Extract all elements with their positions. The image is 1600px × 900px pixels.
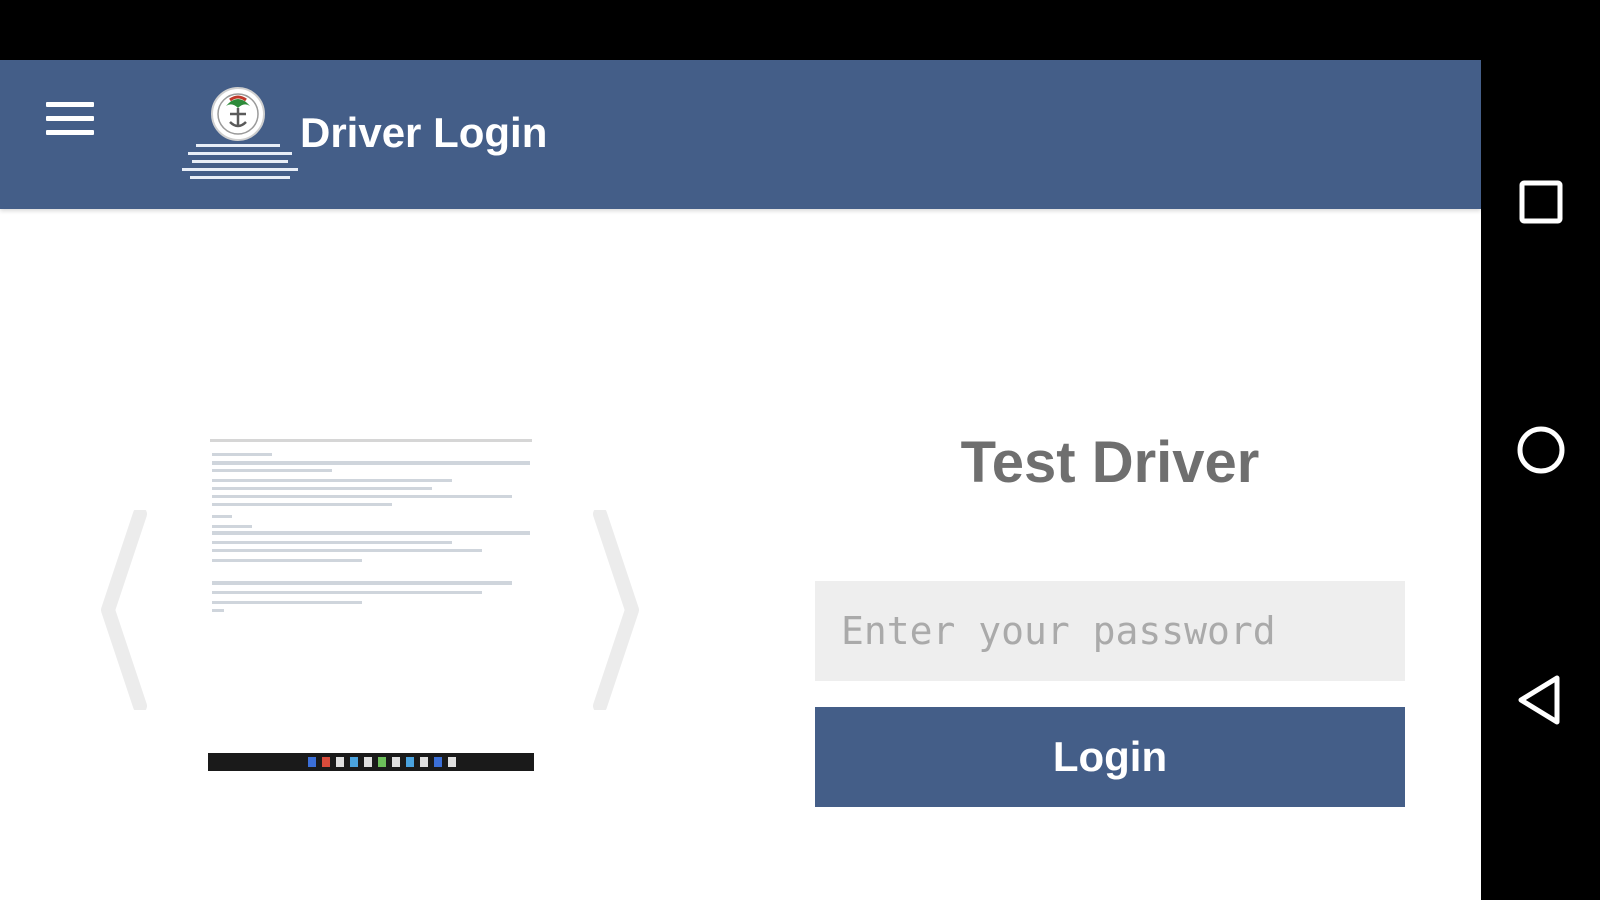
image-carousel <box>90 360 650 780</box>
system-nav-bar <box>1481 0 1600 900</box>
screenshot-thumbnail[interactable] <box>208 435 534 773</box>
chevron-right-icon[interactable] <box>590 510 650 710</box>
app-screen: Driver Login Test Driver Login <box>0 60 1481 900</box>
app-toolbar: Driver Login <box>0 60 1481 209</box>
driver-name: Test Driver <box>960 430 1260 495</box>
status-bar <box>0 0 1600 60</box>
password-input[interactable] <box>815 581 1405 681</box>
login-button[interactable]: Login <box>815 707 1405 807</box>
chevron-left-icon[interactable] <box>90 510 150 710</box>
square-recent-apps-icon[interactable] <box>1501 162 1581 242</box>
circle-home-icon[interactable] <box>1501 410 1581 490</box>
page-title: Driver Login <box>300 109 548 156</box>
triangle-back-icon[interactable] <box>1501 660 1581 740</box>
hamburger-menu-icon[interactable] <box>40 94 100 148</box>
organization-logo <box>182 87 298 179</box>
